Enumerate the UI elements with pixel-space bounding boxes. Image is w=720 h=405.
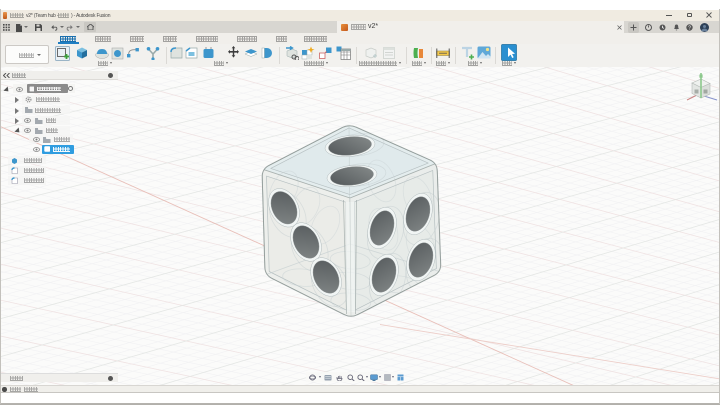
svg-text:?: ? <box>688 25 691 31</box>
